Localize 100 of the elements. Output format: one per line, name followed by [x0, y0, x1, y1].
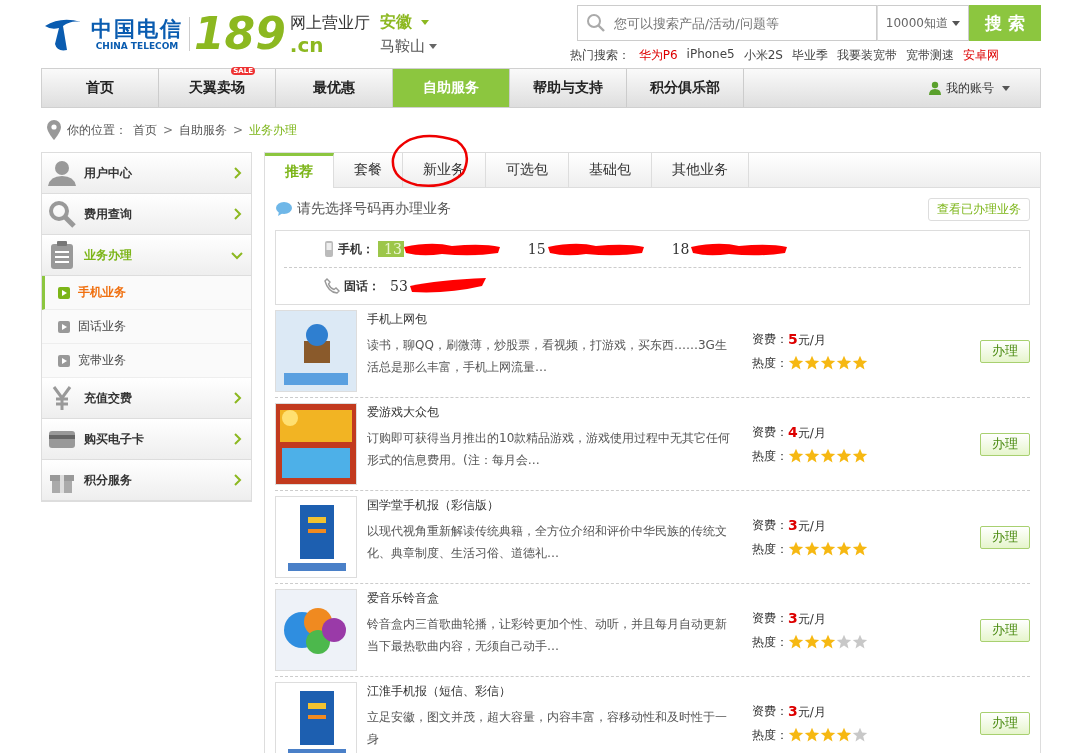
price-text: 3元/月 [788, 702, 826, 721]
star-icon [804, 355, 820, 371]
chevron-right-icon [231, 392, 243, 404]
apply-button[interactable]: 办理 [980, 432, 1030, 456]
search-icon [585, 13, 606, 33]
product-title[interactable]: 爱游戏大众包 [367, 404, 732, 421]
star-icon [820, 541, 836, 557]
brand-domain: .cn [289, 33, 325, 56]
price-text: 5元/月 [788, 330, 826, 349]
nav-tab[interactable]: 帮助与支持 [510, 69, 627, 107]
price-label: 资费： [752, 331, 788, 348]
star-icon [836, 448, 852, 464]
play-icon [58, 286, 70, 299]
star-icon [836, 634, 852, 650]
star-icon [852, 727, 868, 743]
chevron-right-icon [231, 167, 243, 179]
telephone-icon [324, 278, 340, 294]
brand-number: 189 [194, 12, 286, 56]
chevron-down-icon [231, 249, 243, 261]
tab[interactable]: 可选包 [486, 153, 569, 187]
heat-label: 热度： [752, 540, 788, 558]
tab[interactable]: 其他业务 [652, 153, 749, 187]
star-icon [820, 448, 836, 464]
location-pin-icon [47, 120, 61, 140]
play-icon [58, 320, 70, 333]
product-description: 立足安徽，图文并茂，超大容量，内容丰富，容移动性和及时性于一身 [367, 709, 728, 748]
star-icon [852, 355, 868, 371]
star-icon [852, 634, 868, 650]
mobile-label: 手机： [338, 240, 374, 258]
product-description: 以现代视角重新解读传统典籍，全方位介绍和评价中华民族的传统文化、典章制度、生活习俗、道德礼… [367, 523, 728, 562]
hot-search-link[interactable]: 宽带测速 [906, 47, 954, 64]
tab[interactable]: 套餐 [334, 153, 403, 187]
star-icon [836, 541, 852, 557]
product-title[interactable]: 国学堂手机报（彩信版） [367, 497, 732, 514]
hot-search-link[interactable]: iPhone5 [686, 47, 735, 64]
star-icon [804, 727, 820, 743]
price-text: 4元/月 [788, 423, 826, 442]
sidebar-subitem[interactable]: 宽带业务 [42, 344, 251, 378]
chevron-right-icon [231, 474, 243, 486]
breadcrumb-link[interactable]: 首页 [133, 121, 157, 139]
breadcrumb-separator: > [163, 123, 174, 137]
nav-tab[interactable]: 首页 [42, 69, 159, 107]
phone-number-option[interactable]: 15 [521, 241, 548, 257]
clipboard-icon [48, 241, 76, 269]
phone-number-option[interactable]: 18 [665, 241, 692, 257]
star-icon [820, 727, 836, 743]
product-title[interactable]: 爱音乐铃音盒 [367, 590, 732, 607]
product-description: 订购即可获得当月推出的10款精品游戏，游戏使用过程中无其它任何形式的信息费用。(注：每月会… [367, 430, 732, 469]
product-description: 读书，聊QQ，刷微薄，炒股票，看视频，打游戏，买东西……3G生活总是那么丰富，手机上网流量… [367, 337, 728, 376]
hot-search-link[interactable]: 毕业季 [792, 47, 828, 64]
logo-subtitle: CHINA TELECOM [95, 41, 179, 51]
star-icon [788, 634, 804, 650]
star-icon [788, 541, 804, 557]
notice-text: 请先选择号码再办理业务 [297, 200, 451, 218]
star-icon [836, 727, 852, 743]
mobile-phone-icon [324, 241, 334, 257]
tab[interactable]: 新业务 [403, 153, 486, 187]
hot-search-link[interactable]: 华为P6 [638, 47, 678, 64]
site-name: 网上营业厅 [289, 12, 370, 34]
search-icon [48, 200, 76, 228]
star-icon [804, 448, 820, 464]
speech-bubble-icon [275, 202, 293, 216]
product-title[interactable]: 江淮手机报（短信、彩信） [367, 683, 732, 700]
account-menu[interactable]: 我的账号 [928, 69, 1040, 107]
heat-label: 热度： [752, 726, 788, 744]
hot-search-link[interactable]: 安卓网 [963, 47, 999, 64]
hot-search-link[interactable]: 我要装宽带 [837, 47, 897, 64]
star-icon [788, 448, 804, 464]
logo-text: 中国电信 [91, 17, 183, 41]
star-icon [788, 727, 804, 743]
product-title[interactable]: 手机上网包 [367, 311, 732, 328]
chevron-right-icon [231, 208, 243, 220]
nav-tab[interactable]: 积分俱乐部 [627, 69, 744, 107]
heat-label: 热度： [752, 633, 788, 651]
breadcrumb-label: 你的位置： [67, 121, 127, 139]
star-icon [804, 541, 820, 557]
breadcrumb-link[interactable]: 自助服务 [179, 121, 228, 139]
tab[interactable]: 基础包 [569, 153, 652, 187]
heat-label: 热度： [752, 447, 788, 465]
city-selector[interactable]: 马鞍山 [379, 37, 437, 56]
price-label: 资费： [752, 517, 788, 534]
search-box[interactable]: 您可以搜索产品/活动/问题等 [576, 5, 877, 41]
sidebar-subitem[interactable]: 固话业务 [42, 310, 251, 344]
phone-number-option[interactable]: 53 [384, 278, 410, 294]
user-icon [928, 81, 942, 95]
apply-button[interactable]: 办理 [980, 618, 1030, 642]
star-icon [804, 634, 820, 650]
apply-button[interactable]: 办理 [980, 711, 1030, 735]
star-icon [788, 355, 804, 371]
heat-label: 热度： [752, 354, 788, 372]
user-icon [48, 159, 76, 187]
price-text: 3元/月 [788, 609, 826, 628]
hot-search-link[interactable]: 小米2S [743, 47, 783, 64]
price-label: 资费： [752, 424, 788, 441]
star-icon [836, 355, 852, 371]
apply-button[interactable]: 办理 [980, 339, 1030, 363]
price-label: 资费： [752, 703, 788, 720]
chevron-right-icon [231, 433, 243, 445]
star-icon [852, 448, 868, 464]
apply-button[interactable]: 办理 [980, 525, 1030, 549]
